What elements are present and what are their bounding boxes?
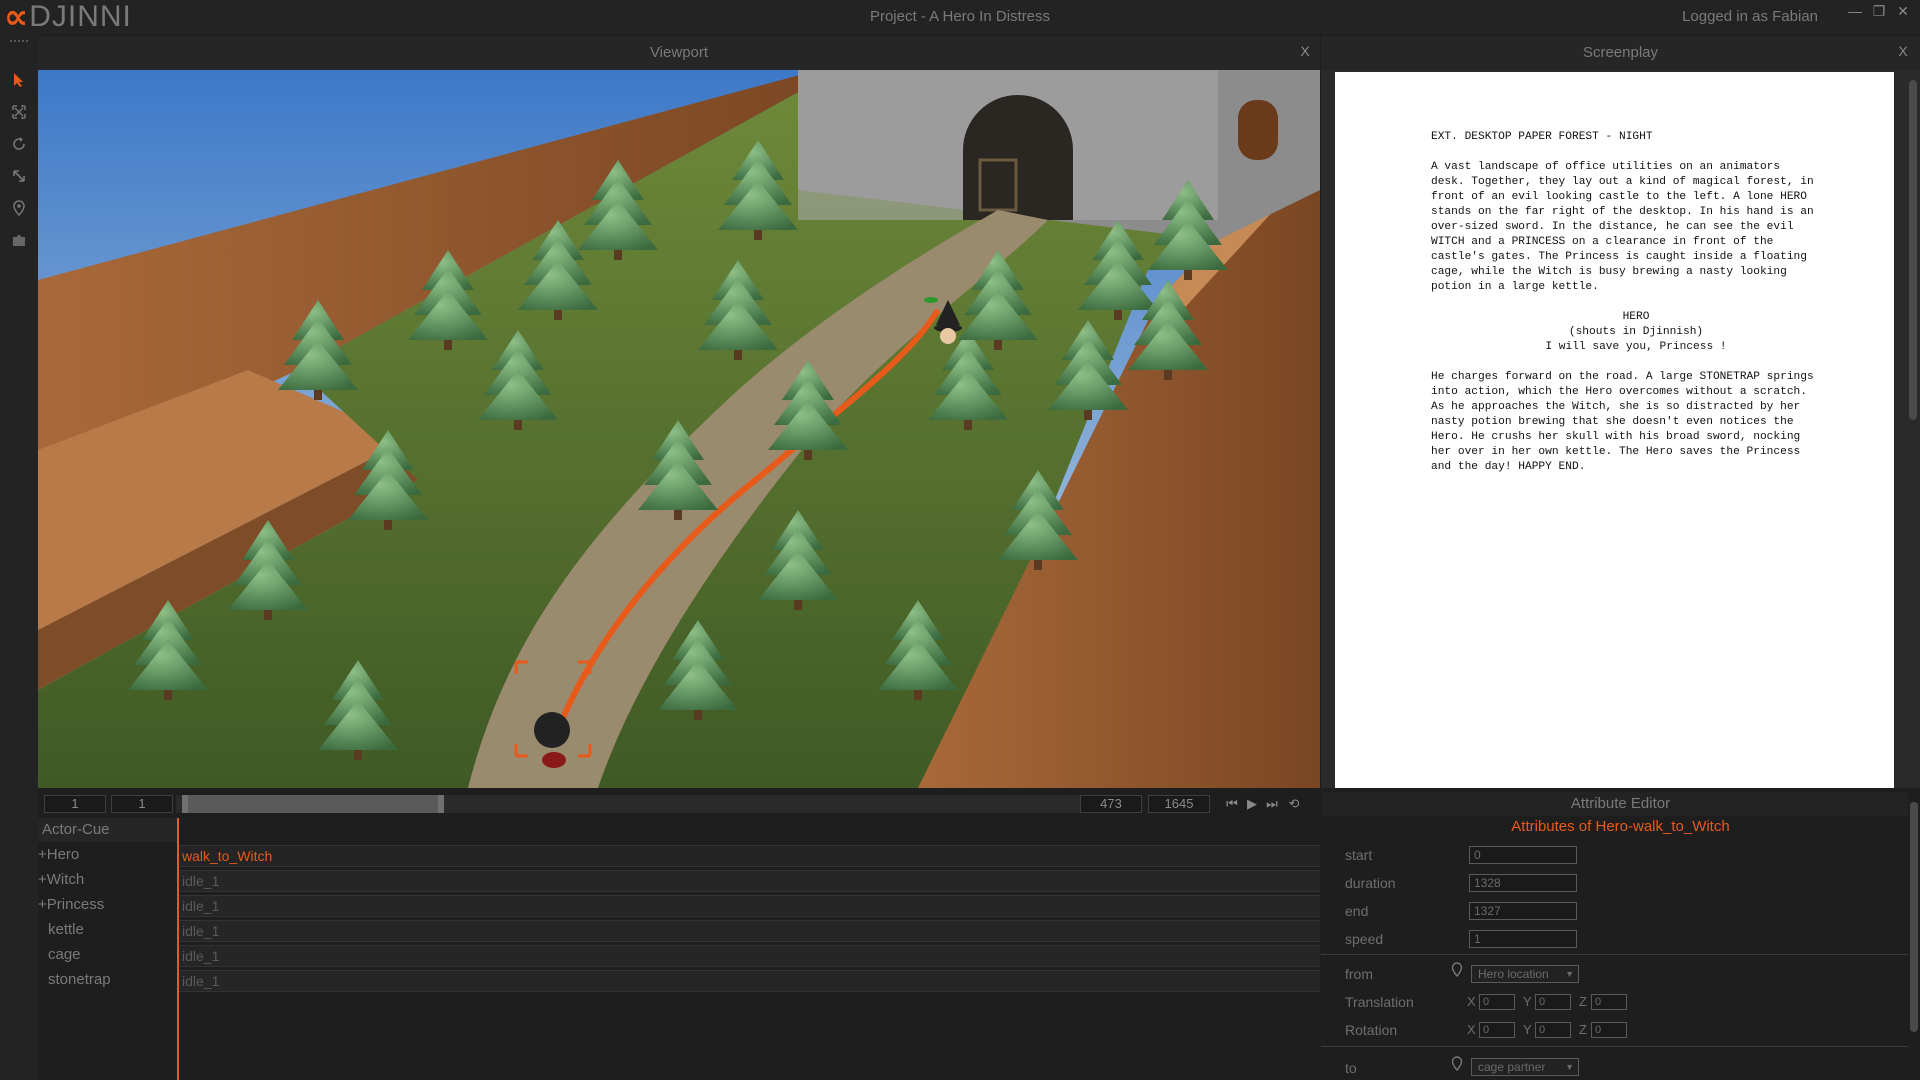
project-title: Project - A Hero In Distress (869, 8, 1051, 25)
maximize-button[interactable]: ❐ (1870, 2, 1888, 20)
grip-dots-icon (10, 40, 28, 44)
rotation-x-axis: X (1467, 1022, 1476, 1037)
viewport-3d-scene[interactable] (38, 70, 1320, 788)
actor-witch[interactable]: +Witch (38, 869, 84, 891)
cue-stonetrap-idle[interactable]: idle_1 (178, 970, 1320, 992)
translation-label: Translation (1345, 994, 1414, 1010)
chevron-down-icon: ▼ (1565, 969, 1574, 979)
move-icon[interactable] (9, 102, 29, 122)
cue-kettle-idle[interactable]: idle_1 (178, 920, 1320, 942)
rotation-y-axis: Y (1523, 1022, 1532, 1037)
rotation-z-axis: Z (1579, 1022, 1587, 1037)
end-label: end (1345, 903, 1369, 919)
translation-y-axis: Y (1523, 994, 1532, 1009)
range-start-field[interactable]: 1 (44, 795, 106, 813)
skip-back-button[interactable]: ⏮ (1224, 796, 1240, 812)
from-dropdown-value: Hero location (1478, 967, 1549, 981)
screenplay-scrollbar[interactable] (1908, 74, 1918, 786)
close-window-button[interactable]: ✕ (1894, 2, 1912, 20)
action-paragraph-2: He charges forward on the road. A large … (1431, 371, 1814, 473)
cue-hero-walk[interactable]: walk_to_Witch (178, 845, 1320, 867)
end-frame-field[interactable]: 1645 (1148, 795, 1210, 813)
puzzle-icon[interactable] (9, 230, 29, 250)
attribute-editor-panel: start 0 duration 1328 end 1327 speed 1 f… (1321, 838, 1908, 1080)
dialogue: I will save you, Princess ! (1545, 341, 1727, 353)
section-divider (1321, 954, 1908, 955)
viewport-header: Viewport (38, 36, 1320, 70)
cue-cage-idle[interactable]: idle_1 (178, 945, 1320, 967)
scene-render[interactable] (38, 70, 1320, 788)
speed-label: speed (1345, 931, 1384, 947)
translation-x-field[interactable]: 0 (1479, 994, 1515, 1010)
duration-label: duration (1345, 875, 1396, 891)
login-status: Logged in as Fabian (1682, 8, 1818, 25)
duration-field[interactable]: 1328 (1469, 874, 1577, 892)
translation-y-field[interactable]: 0 (1535, 994, 1571, 1010)
scrollbar-thumb[interactable] (1910, 802, 1918, 1032)
character-name: HERO (1622, 311, 1650, 323)
play-button[interactable]: ▶ (1244, 796, 1260, 812)
actor-kettle[interactable]: kettle (48, 919, 84, 941)
actor-princess[interactable]: +Princess (38, 894, 104, 916)
select-arrow-icon[interactable] (9, 70, 29, 90)
attribute-editor-scrollbar[interactable] (1908, 792, 1920, 1080)
screenplay-panel: EXT. DESKTOP PAPER FOREST - NIGHT A vast… (1321, 70, 1920, 788)
cue-princess-idle[interactable]: idle_1 (178, 895, 1320, 917)
translation-x-axis: X (1467, 994, 1476, 1009)
scrollbar-thumb[interactable] (1909, 80, 1917, 420)
translation-z-field[interactable]: 0 (1591, 994, 1627, 1010)
section-divider (1321, 1046, 1908, 1047)
actor-list: +Hero +Witch +Princess kettle cage stone… (38, 844, 178, 1080)
range-second-field[interactable]: 1 (111, 795, 173, 813)
timeline-bar: 1 1 473 1645 ⏮ ▶ ⏭ ⟲ (38, 792, 1320, 816)
cue-witch-idle[interactable]: idle_1 (178, 870, 1320, 892)
tool-strip (0, 34, 38, 1080)
start-field[interactable]: 0 (1469, 846, 1577, 864)
location-pin-icon[interactable] (1451, 1056, 1463, 1076)
rotation-y-field[interactable]: 0 (1535, 1022, 1571, 1038)
playhead[interactable] (177, 818, 179, 1080)
actor-cue-header: Actor-Cue (38, 818, 178, 842)
screenplay-title: Screenplay (1582, 44, 1659, 61)
screenplay-close-button[interactable]: X (1893, 36, 1913, 70)
screenplay-header: Screenplay (1321, 36, 1920, 70)
viewport-close-button[interactable]: X (1295, 36, 1315, 70)
actor-hero[interactable]: +Hero (38, 844, 79, 866)
rotation-z-field[interactable]: 0 (1591, 1022, 1627, 1038)
skip-forward-button[interactable]: ⏭ (1264, 796, 1280, 812)
actor-stonetrap[interactable]: stonetrap (48, 969, 111, 991)
location-pin-icon[interactable] (1451, 962, 1463, 982)
start-label: start (1345, 847, 1373, 863)
title-bar: ∝ DJINNI Project - A Hero In Distress Lo… (0, 0, 1920, 34)
timeline-range-handle[interactable] (182, 795, 444, 813)
rotation-x-field[interactable]: 0 (1479, 1022, 1515, 1038)
to-label: to (1345, 1060, 1357, 1076)
rotate-icon[interactable] (9, 134, 29, 154)
rotation-label: Rotation (1345, 1022, 1398, 1038)
to-dropdown[interactable]: cage partner ▼ (1471, 1058, 1579, 1076)
screenplay-text: EXT. DESKTOP PAPER FOREST - NIGHT A vast… (1431, 130, 1841, 490)
action-paragraph-1: A vast landscape of office utilities on … (1431, 161, 1814, 293)
speed-field[interactable]: 1 (1469, 930, 1577, 948)
parenthetical: (shouts in Djinnish) (1568, 326, 1704, 338)
end-field[interactable]: 1327 (1469, 902, 1577, 920)
actor-cage[interactable]: cage (48, 944, 81, 966)
scene-heading: EXT. DESKTOP PAPER FOREST - NIGHT (1431, 131, 1653, 143)
current-frame-field[interactable]: 473 (1080, 795, 1142, 813)
attribute-editor-subtitle: Attributes of Hero-walk_to_Witch (1511, 818, 1730, 835)
minimize-button[interactable]: — (1846, 2, 1864, 20)
screenplay-page[interactable]: EXT. DESKTOP PAPER FOREST - NIGHT A vast… (1335, 72, 1894, 788)
location-pin-icon[interactable] (9, 198, 29, 218)
chevron-down-icon: ▼ (1565, 1062, 1574, 1072)
to-dropdown-value: cage partner (1478, 1060, 1546, 1074)
viewport-title: Viewport (649, 44, 709, 61)
attribute-editor-header: Attribute Editor (1321, 792, 1920, 816)
loop-button[interactable]: ⟲ (1286, 796, 1302, 812)
scale-icon[interactable] (9, 166, 29, 186)
from-dropdown[interactable]: Hero location ▼ (1471, 965, 1579, 983)
from-label: from (1345, 966, 1373, 982)
translation-z-axis: Z (1579, 994, 1587, 1009)
